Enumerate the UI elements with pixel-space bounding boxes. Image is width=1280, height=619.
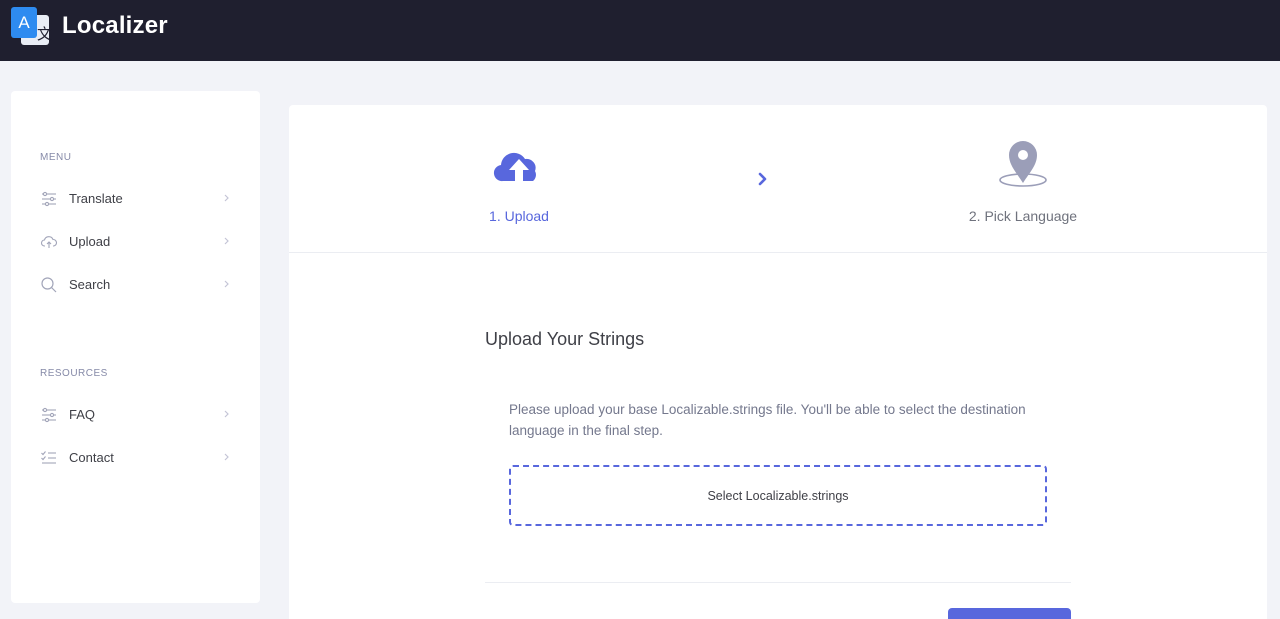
sidebar-item-faq[interactable]: FAQ: [11, 397, 260, 433]
step-pick-language[interactable]: 2. Pick Language: [923, 105, 1123, 253]
top-bar: A 文 Localizer: [0, 0, 1280, 61]
resources-section-title: RESOURCES: [40, 368, 108, 379]
step-label: 2. Pick Language: [968, 208, 1078, 224]
sidebar-item-search[interactable]: Search: [11, 267, 260, 303]
sidebar-item-label: Contact: [69, 450, 114, 465]
sliders-icon: [42, 191, 56, 207]
sidebar-item-label: Upload: [69, 234, 111, 249]
map-pin-icon: [999, 141, 1047, 187]
logo-glyph: 文: [37, 26, 53, 43]
wizard-steps: 1. Upload 2. Pick Language: [289, 105, 1267, 253]
upload-title: Upload Your Strings: [485, 329, 645, 349]
chevron-right-icon: [224, 237, 229, 245]
sidebar-item-contact[interactable]: Contact: [11, 440, 260, 476]
step-label: 1. Upload: [489, 208, 549, 224]
checklist-icon: [41, 451, 56, 464]
sidebar-item-label: Translate: [69, 191, 123, 206]
divider: [485, 582, 1071, 583]
sidebar-item-label: Search: [69, 277, 111, 292]
chevron-right-icon: [224, 410, 229, 418]
search-icon: [41, 277, 57, 293]
chevron-right-icon: [224, 280, 229, 288]
app-title[interactable]: Localizer: [62, 12, 168, 40]
chevron-right-icon: [224, 453, 229, 461]
chevron-right-icon: [758, 172, 767, 186]
app-logo[interactable]: A 文: [11, 7, 53, 47]
sidebar-item-translate[interactable]: Translate: [11, 181, 260, 217]
sidebar: MENU Translate Upload Search RESOURCES F…: [11, 91, 260, 603]
next-button[interactable]: [948, 608, 1071, 619]
sidebar-item-label: FAQ: [69, 407, 96, 422]
sidebar-item-upload[interactable]: Upload: [11, 224, 260, 260]
select-file-button[interactable]: Select Localizable.strings: [509, 465, 1047, 526]
cloud-upload-icon: [41, 236, 58, 248]
cloud-upload-icon: [493, 152, 536, 182]
chevron-right-icon: [224, 194, 229, 202]
menu-section-title: MENU: [40, 152, 72, 163]
upload-description: Please upload your base Localizable.stri…: [509, 402, 1026, 438]
step-upload[interactable]: 1. Upload: [419, 105, 619, 253]
logo-front-tile: A: [11, 7, 37, 38]
main-panel: 1. Upload 2. Pick Language Upload Your S…: [289, 105, 1267, 619]
sliders-icon: [42, 407, 56, 423]
